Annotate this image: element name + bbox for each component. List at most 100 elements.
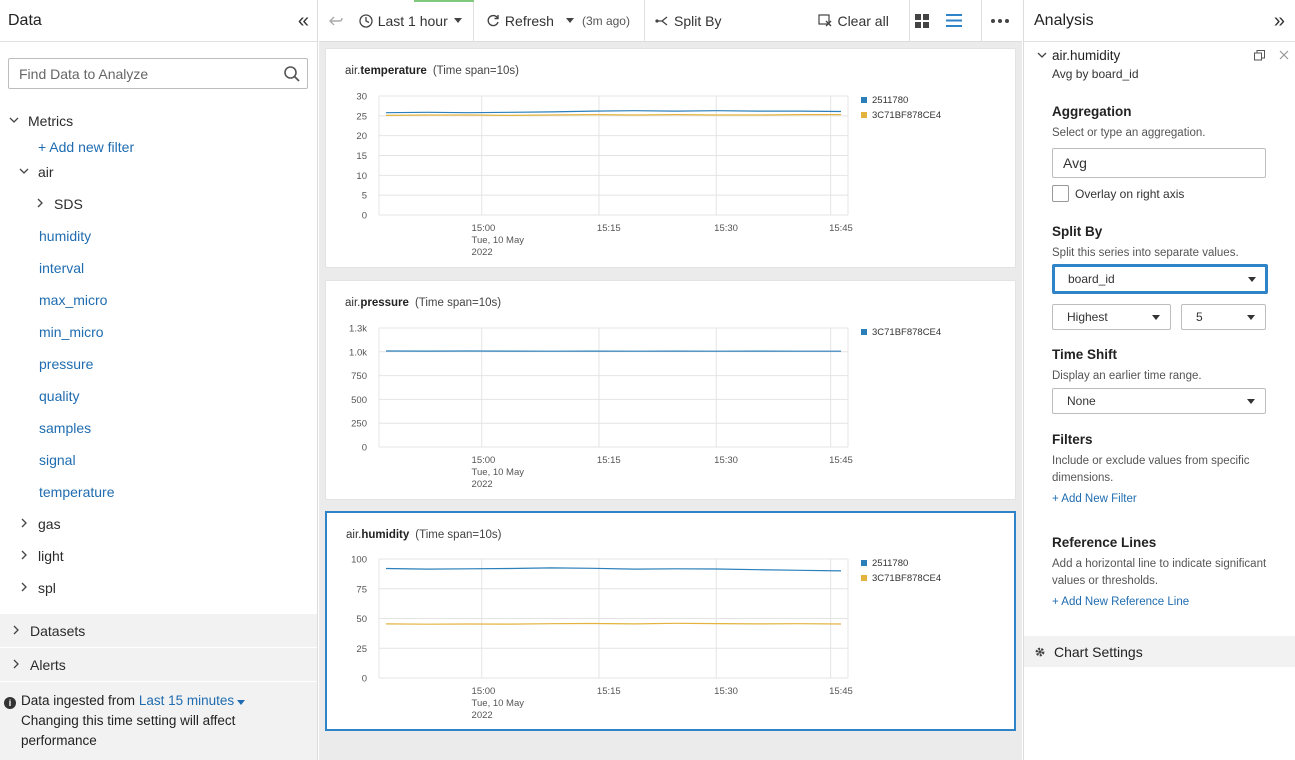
caret-down-icon bbox=[453, 18, 462, 23]
collapse-left-icon[interactable]: « bbox=[298, 11, 309, 31]
legend-swatch bbox=[861, 329, 867, 335]
metric-item[interactable]: humidity bbox=[39, 221, 91, 251]
y-tick-label: 500 bbox=[351, 395, 367, 406]
metric-item[interactable]: samples bbox=[39, 413, 91, 443]
series-sub: Avg by board_id bbox=[1052, 67, 1139, 81]
time-shift-select[interactable]: None bbox=[1052, 388, 1266, 414]
refresh-ago: (3m ago) bbox=[581, 13, 630, 28]
metric-item[interactable]: quality bbox=[39, 381, 79, 411]
tree-group-label: gas bbox=[38, 516, 61, 532]
split-limit-select[interactable]: 5 bbox=[1181, 304, 1266, 330]
section-alerts-label: Alerts bbox=[30, 656, 66, 673]
x-date-label: 2022 bbox=[472, 247, 493, 258]
metric-item-label: quality bbox=[39, 388, 80, 404]
search-input[interactable] bbox=[9, 59, 307, 88]
x-tick-label: 15:45 bbox=[829, 223, 853, 234]
time-shift-desc: Display an earlier time range. bbox=[1052, 370, 1202, 382]
aggregation-desc: Select or type an aggregation. bbox=[1052, 127, 1206, 139]
clear-all-label: Clear all bbox=[837, 12, 889, 29]
ingest-line2: Changing this time setting will affect bbox=[21, 713, 236, 728]
section-datasets[interactable]: Datasets bbox=[0, 614, 317, 647]
section-alerts[interactable]: Alerts bbox=[0, 648, 317, 681]
split-order-row: Highest 5 bbox=[1052, 304, 1268, 330]
tree-air[interactable]: air bbox=[16, 157, 54, 187]
refresh-options-dropdown[interactable]: (3m ago) bbox=[560, 0, 630, 42]
caret-down-icon bbox=[1152, 314, 1160, 320]
collapse-right-icon[interactable]: » bbox=[1274, 11, 1285, 31]
tree-spl[interactable]: spl bbox=[16, 573, 56, 603]
split-by-button[interactable]: Split By bbox=[655, 0, 721, 42]
filters-section: Filters Include or exclude values from s… bbox=[1052, 432, 1268, 505]
metric-item-label: signal bbox=[39, 452, 76, 468]
add-reference-line-button[interactable]: + Add New Reference Line bbox=[1052, 596, 1268, 608]
series-tools bbox=[1254, 50, 1289, 61]
x-tick-label: 15:00 bbox=[472, 455, 496, 466]
more-options-button[interactable] bbox=[982, 0, 1022, 42]
list-view-button[interactable] bbox=[940, 0, 974, 42]
metric-item-label: max_micro bbox=[39, 292, 108, 308]
caret-down-icon bbox=[1247, 398, 1255, 404]
metric-item[interactable]: temperature bbox=[39, 477, 114, 507]
copy-icon[interactable] bbox=[1254, 50, 1265, 61]
y-tick-label: 5 bbox=[362, 191, 367, 202]
tree-sds[interactable]: SDS bbox=[32, 189, 83, 219]
add-new-filter-button[interactable]: + Add New Filter bbox=[1052, 493, 1268, 505]
series-line bbox=[385, 567, 842, 572]
caret-down-icon bbox=[1247, 314, 1255, 320]
chart-card-temperature[interactable]: air.temperature (Time span=10s) 30 25 20 15 1… bbox=[325, 48, 1016, 268]
refresh-button[interactable]: Refresh bbox=[486, 0, 554, 42]
aggregation-heading: Aggregation bbox=[1052, 104, 1132, 119]
y-tick-label: 50 bbox=[356, 614, 367, 625]
y-tick-label: 750 bbox=[351, 371, 367, 382]
x-date-label: Tue, 10 May bbox=[472, 467, 525, 478]
clock-icon bbox=[359, 13, 373, 28]
ingest-line3: performance bbox=[21, 733, 97, 748]
split-order-select[interactable]: Highest bbox=[1052, 304, 1171, 330]
search-icon[interactable] bbox=[283, 65, 301, 83]
chevron-right-icon bbox=[16, 549, 32, 563]
chart-plot: 100 75 50 25 0 15:00 15:15 15:30 15:45 Tue, 10 Ma… bbox=[351, 555, 941, 722]
chart-card-pressure[interactable]: air.pressure (Time span=10s) 1.3k 1.0k 750 5… bbox=[325, 280, 1016, 500]
ingest-range-label: Last 15 minutes bbox=[138, 693, 235, 708]
metric-item[interactable]: min_micro bbox=[39, 317, 104, 347]
y-tick-label: 100 bbox=[351, 555, 367, 566]
close-icon[interactable] bbox=[1279, 50, 1289, 60]
chart-card-humidity[interactable]: air.humidity (Time span=10s) 100 75 50 25 0 15… bbox=[325, 511, 1016, 731]
tree-gas[interactable]: gas bbox=[16, 509, 61, 539]
series-toggle[interactable]: air.humidity bbox=[1034, 48, 1289, 63]
ingest-range-dropdown[interactable]: Last 15 minutes bbox=[138, 693, 246, 708]
overlay-checkbox[interactable] bbox=[1052, 185, 1069, 202]
metric-item[interactable]: pressure bbox=[39, 349, 93, 379]
metric-item[interactable]: max_micro bbox=[39, 285, 107, 315]
x-tick-label: 15:15 bbox=[597, 686, 621, 697]
data-panel-header: Data « bbox=[0, 0, 317, 42]
aggregation-input[interactable] bbox=[1052, 148, 1266, 178]
caret-down-icon bbox=[237, 700, 246, 705]
tree-light[interactable]: light bbox=[16, 541, 64, 571]
undo-button[interactable] bbox=[319, 0, 359, 42]
metric-item[interactable]: interval bbox=[39, 253, 84, 283]
split-order-value: Highest bbox=[1067, 310, 1108, 324]
tree-sds-label: SDS bbox=[54, 196, 83, 212]
grid-view-button[interactable] bbox=[910, 0, 940, 42]
split-dimension-select[interactable]: board_id bbox=[1052, 264, 1268, 294]
y-tick-label: 0 bbox=[362, 443, 367, 454]
chevron-down-icon bbox=[16, 165, 32, 179]
metric-item-label: min_micro bbox=[39, 324, 104, 340]
add-new-filter-label: + Add new filter bbox=[38, 139, 135, 155]
caret-down-icon bbox=[1248, 276, 1256, 282]
refresh-label: Refresh bbox=[504, 12, 554, 29]
chevron-down-icon bbox=[6, 114, 22, 128]
time-range-dropdown[interactable]: Last 1 hour bbox=[359, 0, 463, 42]
metric-item[interactable]: signal bbox=[39, 445, 76, 475]
info-icon: i bbox=[4, 697, 16, 709]
y-tick-label: 1.0k bbox=[349, 347, 367, 358]
x-tick-label: 15:45 bbox=[829, 686, 853, 697]
split-by-heading: Split By bbox=[1052, 224, 1103, 239]
time-shift-value: None bbox=[1067, 394, 1096, 408]
y-tick-label: 20 bbox=[356, 131, 367, 142]
split-dimension-value: board_id bbox=[1068, 272, 1115, 286]
clear-all-button[interactable]: Clear all bbox=[818, 0, 889, 42]
chart-settings-toggle[interactable]: Chart Settings bbox=[1024, 636, 1295, 667]
overlay-right-axis[interactable]: Overlay on right axis bbox=[1052, 185, 1268, 202]
